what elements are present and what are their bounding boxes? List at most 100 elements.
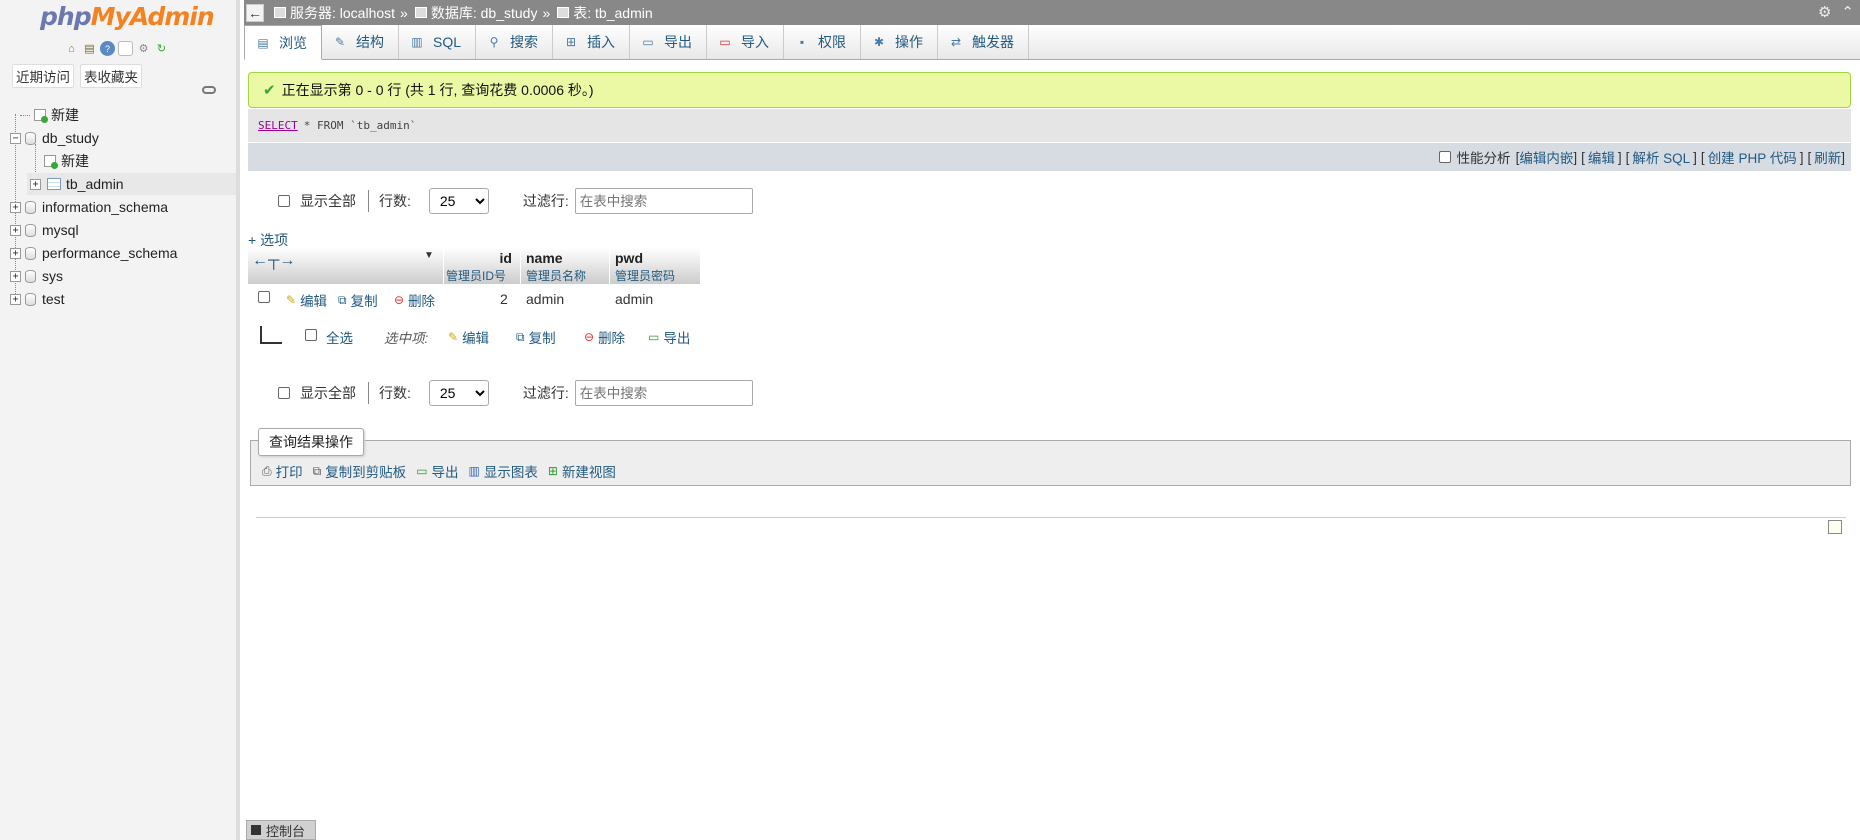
show-all-checkbox[interactable] xyxy=(278,195,290,207)
bulk-copy-button[interactable]: ⧉ 复制 xyxy=(516,327,556,347)
create-view-link[interactable]: ⊞ 新建视图 xyxy=(548,461,616,481)
docs-icon[interactable] xyxy=(118,41,133,56)
filter-rows-input[interactable] xyxy=(574,188,753,214)
notes-icon[interactable] xyxy=(1828,520,1842,534)
tab-search[interactable]: ⚲ 搜索 xyxy=(476,25,554,59)
database-icon xyxy=(25,223,36,237)
breadcrumb-table-label: 表: tb_admin xyxy=(573,4,653,21)
rows-per-page-select[interactable]: 25 xyxy=(428,380,489,406)
bulk-delete-button[interactable]: ⊖ 删除 xyxy=(584,327,625,347)
home-icon[interactable]: ⌂ xyxy=(64,41,79,56)
rows-per-page-select[interactable]: 25 xyxy=(428,188,489,214)
refresh-link[interactable]: 刷新 xyxy=(1814,147,1841,167)
breadcrumb-database-label: 数据库: db_study xyxy=(430,4,538,21)
reload-icon[interactable]: ↻ xyxy=(154,41,169,56)
column-arrows-icon[interactable]: ←┬→ xyxy=(252,252,295,270)
profiling-checkbox[interactable] xyxy=(1438,151,1451,163)
copy-to-clipboard-link[interactable]: ⧉ 复制到剪贴板 xyxy=(313,461,407,481)
tree-db-mysql[interactable]: + mysql xyxy=(10,219,79,241)
tab-structure[interactable]: ✎ 结构 xyxy=(322,25,399,59)
cell-id[interactable]: 2 xyxy=(500,291,508,307)
divider xyxy=(368,382,369,404)
expand-icon[interactable]: + xyxy=(10,201,21,213)
expand-icon[interactable]: + xyxy=(30,178,41,190)
recent-tab[interactable]: 近期访问 xyxy=(12,64,74,88)
breadcrumb-table[interactable]: 表: tb_admin xyxy=(557,3,653,23)
breadcrumb-database[interactable]: 数据库: db_study xyxy=(414,3,538,23)
column-header-pwd[interactable]: pwd 管理员密码 xyxy=(610,248,700,284)
tab-triggers[interactable]: ⇄ 触发器 xyxy=(938,25,1030,59)
edit-sql-link[interactable]: 编辑 xyxy=(1588,147,1615,167)
breadcrumb-server[interactable]: 服务器: localhost xyxy=(274,3,395,23)
column-header-name[interactable]: name 管理员名称 xyxy=(521,248,609,284)
favorites-tab[interactable]: 表收藏夹 xyxy=(80,64,142,88)
bulk-export-button[interactable]: ▭ 导出 xyxy=(648,327,690,347)
logout-icon[interactable]: ▤ xyxy=(82,41,97,56)
tab-export[interactable]: ▭ 导出 xyxy=(630,25,708,59)
cell-pwd[interactable]: admin xyxy=(615,291,653,307)
filter-rows-input[interactable] xyxy=(574,380,753,406)
export-link[interactable]: ▭ 导出 xyxy=(416,461,458,481)
collapse-icon[interactable]: − xyxy=(10,132,21,144)
bulk-actions: 全选 选中项: ✎ 编辑 ⧉ 复制 ⊖ 删除 ▭ 导出 xyxy=(248,326,748,352)
tab-insert[interactable]: ⊞ 插入 xyxy=(553,25,631,59)
expand-icon[interactable]: + xyxy=(10,224,21,236)
tab-import[interactable]: ▭ 导入 xyxy=(707,25,785,59)
row-edit-link[interactable]: ✎ 编辑 xyxy=(286,290,327,310)
console-toggle[interactable]: 控制台 xyxy=(246,820,316,840)
tree-db-information-schema[interactable]: + information_schema xyxy=(10,196,168,218)
settings-icon[interactable]: ⚙ xyxy=(136,41,151,56)
column-title[interactable]: id xyxy=(500,250,512,266)
column-title[interactable]: name xyxy=(526,250,563,266)
cell-name[interactable]: admin xyxy=(526,291,564,307)
bracket-close: ] xyxy=(1617,149,1622,165)
column-header-id[interactable]: id 管理员ID号 xyxy=(444,248,520,284)
row-copy-link[interactable]: ⧉ 复制 xyxy=(338,290,378,310)
copy-icon: ⧉ xyxy=(312,463,322,478)
tab-browse[interactable]: ▤ 浏览 xyxy=(244,25,322,60)
expand-icon[interactable]: + xyxy=(10,247,21,259)
create-php-link[interactable]: 创建 PHP 代码 xyxy=(1708,147,1797,167)
sql-keyword[interactable]: SELECT xyxy=(258,119,298,132)
tree-db-test[interactable]: + test xyxy=(10,288,65,310)
row-delete-link[interactable]: ⊖ 删除 xyxy=(394,290,435,310)
link-with-main-icon[interactable] xyxy=(202,86,216,94)
collapse-icon[interactable]: ⌃ xyxy=(1841,3,1854,21)
tree-tb-admin[interactable]: + tb_admin xyxy=(27,173,236,195)
tree-db-study[interactable]: − db_study xyxy=(10,127,99,149)
collapse-sidebar-button[interactable]: ← xyxy=(246,3,264,22)
link-label: 新建视图 xyxy=(561,465,616,480)
bulk-edit-button[interactable]: ✎ 编辑 xyxy=(448,327,489,347)
tab-operations[interactable]: ✱ 操作 xyxy=(861,25,939,59)
phpmyadmin-logo[interactable]: phpMyAdmin xyxy=(40,2,215,31)
inline-edit-link[interactable]: 编辑内嵌 xyxy=(1519,147,1573,167)
options-link[interactable]: + 选项 xyxy=(248,230,288,250)
row-checkbox[interactable] xyxy=(258,291,270,303)
tree-db-performance-schema[interactable]: + performance_schema xyxy=(10,242,177,264)
expand-icon[interactable]: + xyxy=(10,270,21,282)
help-icon[interactable]: ? xyxy=(100,41,115,56)
tab-label: 结构 xyxy=(356,34,384,50)
breadcrumb-separator: » xyxy=(542,4,551,21)
show-chart-link[interactable]: ▥ 显示图表 xyxy=(469,461,538,481)
select-all-checkbox[interactable] xyxy=(305,329,317,341)
column-title[interactable]: pwd xyxy=(615,250,643,266)
sidebar-tabs: 近期访问 表收藏夹 xyxy=(12,64,142,88)
navigation-row-bottom: 显示全部 行数: 25 过滤行: xyxy=(278,380,753,406)
tab-privileges[interactable]: ▪ 权限 xyxy=(784,25,862,59)
explain-sql-link[interactable]: 解析 SQL xyxy=(1632,147,1690,167)
show-all-checkbox[interactable] xyxy=(278,387,290,399)
tab-label: 导入 xyxy=(741,34,770,50)
tree-new-table[interactable]: 新建 xyxy=(40,150,89,172)
select-all-label[interactable]: 全选 xyxy=(326,327,353,347)
sql-text: * FROM `tb_admin` xyxy=(303,119,417,132)
expand-icon[interactable]: + xyxy=(10,293,21,305)
print-link[interactable]: ⎙ 打印 xyxy=(262,461,303,481)
page-settings-icon[interactable]: ⚙ xyxy=(1818,3,1831,21)
tree-label: performance_schema xyxy=(42,245,178,261)
tab-sql[interactable]: ▥ SQL xyxy=(399,25,477,59)
sort-dropdown-icon[interactable]: ▼ xyxy=(424,250,434,261)
tree-db-sys[interactable]: + sys xyxy=(10,265,63,287)
navigation-panel: phpMyAdmin ⌂ ▤ ? ⚙ ↻ 近期访问 表收藏夹 新建 − db_s… xyxy=(0,0,240,840)
tree-new-server[interactable]: 新建 xyxy=(20,104,79,126)
